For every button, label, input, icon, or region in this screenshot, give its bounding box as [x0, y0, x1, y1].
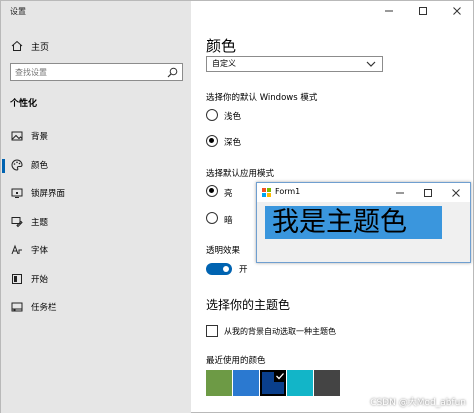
chevron-down-icon — [366, 60, 376, 71]
radio-windows-light-label: 浅色 — [224, 112, 242, 122]
form1-minimize-button[interactable] — [386, 183, 414, 202]
window-controls — [372, 1, 474, 21]
nav-item-taskbar[interactable]: 任务栏 — [1, 296, 191, 325]
font-icon — [11, 244, 23, 259]
color-swatch[interactable] — [260, 370, 286, 396]
watermark: CSDN @大Mod_abfun — [370, 398, 466, 408]
app-mode-label: 选择默认应用模式 — [206, 169, 275, 179]
recent-colors — [206, 370, 340, 396]
transparency-toggle[interactable] — [206, 263, 232, 275]
radio-windows-dark[interactable] — [206, 135, 218, 147]
windows-mode-label: 选择你的默认 Windows 模式 — [206, 93, 318, 103]
window-title: 设置 — [10, 7, 26, 16]
color-swatch[interactable] — [287, 370, 313, 396]
maximize-icon — [424, 188, 432, 197]
search-input[interactable] — [11, 64, 161, 80]
palette-icon — [11, 158, 23, 174]
color-swatch[interactable] — [206, 370, 232, 396]
radio-windows-light[interactable] — [206, 109, 218, 121]
brush-icon — [11, 216, 23, 231]
recent-colors-label: 最近使用的颜色 — [206, 356, 266, 366]
taskbar-icon — [11, 301, 23, 316]
color-mode-dropdown[interactable]: 自定义 — [206, 56, 383, 72]
toggle-knob — [223, 266, 229, 272]
nav-item-label: 颜色 — [31, 160, 49, 171]
transparency-state: 开 — [239, 265, 248, 275]
lock-screen-icon — [11, 187, 23, 202]
nav-home[interactable]: 主页 — [1, 36, 191, 56]
auto-accent-label: 从我的背景自动选取一种主题色 — [224, 327, 336, 336]
nav-item-fonts[interactable]: 字体 — [1, 239, 191, 268]
nav-item-lock-screen[interactable]: 锁屏界面 — [1, 182, 191, 211]
checkmark-icon — [274, 370, 286, 382]
start-icon — [11, 273, 23, 288]
form1-title: Form1 — [275, 187, 301, 196]
form1-close-button[interactable] — [442, 183, 470, 202]
nav-item-label: 锁屏界面 — [31, 189, 66, 199]
sidebar: 设置 主页 个性化 背景 — [1, 1, 191, 413]
dropdown-value: 自定义 — [212, 59, 236, 68]
picture-icon — [11, 130, 23, 145]
search-icon[interactable] — [167, 67, 178, 81]
radio-windows-dark-label: 深色 — [224, 138, 242, 148]
nav-item-background[interactable]: 背景 — [1, 125, 191, 154]
form1-window-controls — [386, 183, 470, 202]
transparency-label: 透明效果 — [206, 246, 241, 256]
accent-title: 选择你的主题色 — [206, 298, 291, 312]
nav-item-label: 任务栏 — [31, 303, 57, 313]
nav-item-themes[interactable]: 主题 — [1, 211, 191, 240]
radio-app-light-label: 亮 — [224, 189, 233, 199]
nav-item-label: 字体 — [31, 246, 49, 256]
close-icon — [452, 188, 460, 197]
radio-app-light[interactable] — [206, 185, 218, 197]
minimize-icon — [396, 192, 404, 193]
form1-titlebar[interactable]: Form1 — [257, 183, 470, 202]
radio-app-dark[interactable] — [206, 212, 218, 224]
form1-window: Form1 我是主题色 — [256, 182, 471, 263]
nav-list: 背景 颜色 锁屏界面 主题 字体 开始 任务栏 — [1, 125, 191, 325]
close-icon — [453, 7, 461, 15]
page-title: 颜色 — [206, 37, 237, 55]
app-icon — [262, 188, 271, 197]
form1-maximize-button[interactable] — [414, 183, 442, 202]
auto-accent-checkbox[interactable] — [206, 325, 218, 337]
nav-item-label: 背景 — [31, 132, 49, 142]
maximize-button[interactable] — [406, 1, 440, 21]
nav-item-start[interactable]: 开始 — [1, 268, 191, 297]
search-box[interactable] — [10, 63, 183, 81]
color-swatch[interactable] — [233, 370, 259, 396]
section-title: 个性化 — [10, 99, 38, 109]
color-swatch[interactable] — [314, 370, 340, 396]
minimize-icon — [385, 10, 393, 12]
radio-app-dark-label: 暗 — [224, 216, 233, 226]
nav-item-label: 主题 — [31, 217, 49, 228]
theme-color-label: 我是主题色 — [265, 206, 442, 239]
close-button[interactable] — [440, 1, 474, 21]
nav-item-colors[interactable]: 颜色 — [1, 154, 191, 183]
nav-home-label: 主页 — [31, 43, 50, 53]
nav-item-label: 开始 — [31, 274, 49, 285]
minimize-button[interactable] — [372, 1, 406, 21]
home-icon — [11, 40, 23, 55]
maximize-icon — [419, 7, 427, 15]
